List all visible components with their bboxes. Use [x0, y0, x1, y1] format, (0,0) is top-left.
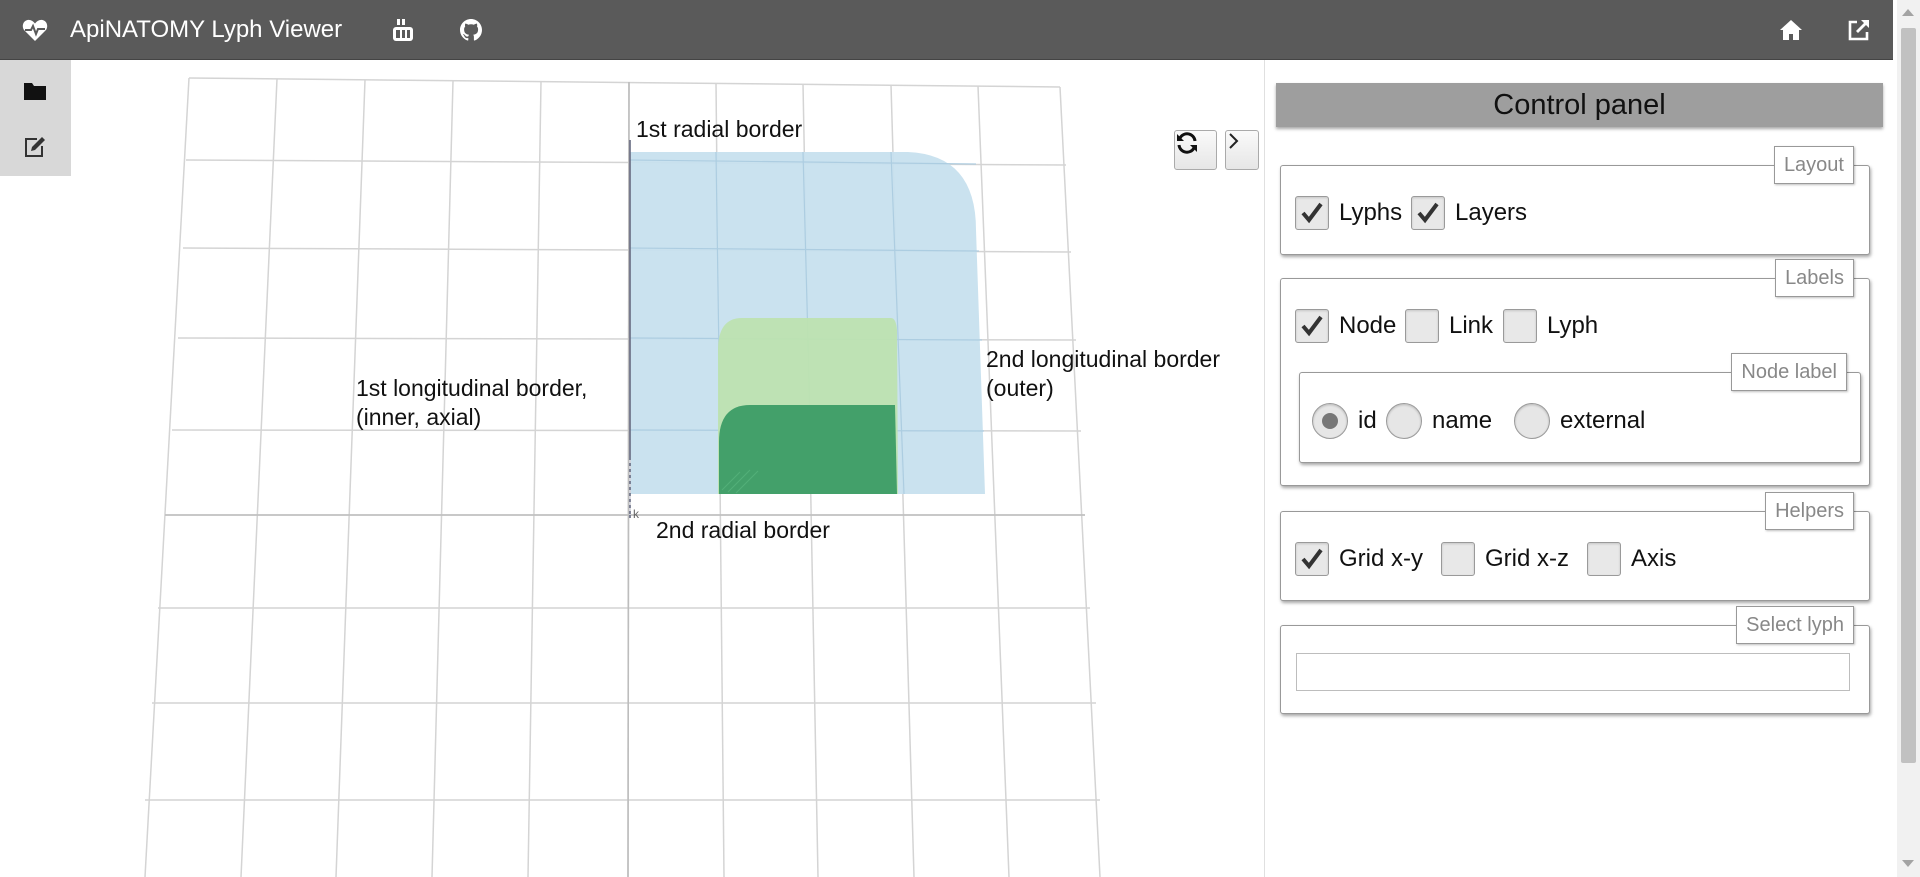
github-icon[interactable]	[458, 17, 484, 43]
node-label-fieldset: Node label id name external	[1299, 353, 1861, 463]
grid-canvas: k	[144, 77, 1101, 877]
home-icon[interactable]	[1778, 17, 1804, 43]
lyph-viewport[interactable]: k 1st radial border 2nd radial border 1s…	[0, 60, 1263, 877]
layout-legend: Layout	[1773, 146, 1854, 184]
label-longitudinal-border-2-line1: 2nd longitudinal border	[986, 346, 1221, 372]
checkbox-label: Axis	[1631, 545, 1677, 572]
checkbox-box[interactable]	[1587, 542, 1621, 576]
checkbox-axis[interactable]: Axis	[1587, 542, 1684, 576]
scroll-up-arrow-icon[interactable]	[1902, 9, 1914, 16]
checkbox-lyphs[interactable]: Lyphs	[1295, 196, 1410, 230]
radio-button[interactable]	[1386, 403, 1422, 439]
label-radial-border-1: 1st radial border	[636, 116, 803, 142]
checkbox-box[interactable]	[1503, 309, 1537, 343]
page-scrollbar[interactable]	[1897, 0, 1920, 877]
checkbox-grid-xy[interactable]: Grid x-y	[1295, 542, 1431, 576]
layer-inner-shape	[719, 405, 897, 494]
svg-text:k: k	[633, 507, 640, 521]
refresh-button[interactable]	[1174, 130, 1217, 170]
top-toolbar: ApiNATOMY Lyph Viewer	[0, 0, 1893, 60]
label-longitudinal-border-1: 1st longitudinal border, (inner, axial)	[356, 374, 587, 432]
radio-label: external	[1560, 407, 1646, 434]
label-longitudinal-border-1-line2: (inner, axial)	[356, 404, 482, 430]
scroll-thumb[interactable]	[1901, 28, 1916, 763]
checkbox-label: Node	[1339, 312, 1397, 339]
helpers-fieldset: Helpers Grid x-y Grid x-z Axis	[1280, 492, 1870, 601]
checkbox-box[interactable]	[1295, 196, 1329, 230]
select-lyph-input[interactable]	[1296, 653, 1850, 691]
checkbox-label: Grid x-y	[1339, 545, 1423, 572]
checkbox-label: Link	[1449, 312, 1494, 339]
helpers-legend: Helpers	[1765, 492, 1854, 530]
radio-button[interactable]	[1514, 403, 1550, 439]
checkbox-box[interactable]	[1441, 542, 1475, 576]
checkbox-grid-xz[interactable]: Grid x-z	[1441, 542, 1577, 576]
checkbox-layers[interactable]: Layers	[1411, 196, 1535, 230]
radio-name[interactable]: name	[1386, 403, 1500, 439]
heartbeat-icon[interactable]	[22, 17, 48, 43]
checkbox-box[interactable]	[1411, 196, 1445, 230]
checkbox-label: Grid x-z	[1485, 545, 1569, 572]
check-icon	[1301, 202, 1323, 224]
youtube-icon[interactable]	[390, 17, 416, 43]
checkbox-lyph[interactable]: Lyph	[1503, 309, 1606, 343]
checkbox-box[interactable]	[1295, 542, 1329, 576]
select-lyph-legend: Select lyph	[1736, 606, 1854, 644]
layout-fieldset: Layout Lyphs Layers	[1280, 146, 1870, 255]
panel-header: Control panel	[1276, 83, 1883, 127]
checkbox-label: Lyphs	[1339, 199, 1403, 226]
check-icon	[1301, 548, 1323, 570]
check-icon	[1301, 315, 1323, 337]
select-lyph-fieldset: Select lyph	[1280, 606, 1870, 714]
app-title: ApiNATOMY Lyph Viewer	[70, 16, 343, 43]
labels-fieldset: Labels Node Link Lyph Node label id name	[1280, 259, 1870, 486]
checkbox-label: Layers	[1455, 199, 1528, 226]
label-longitudinal-border-2: 2nd longitudinal border (outer)	[986, 345, 1220, 403]
radio-selected-dot	[1322, 413, 1338, 429]
radio-button[interactable]	[1312, 403, 1348, 439]
radio-label: id	[1358, 407, 1377, 434]
scroll-down-arrow-icon[interactable]	[1902, 860, 1914, 867]
radio-label: name	[1432, 407, 1493, 434]
checkbox-label: Lyph	[1547, 312, 1599, 339]
label-radial-border-2: 2nd radial border	[656, 517, 830, 543]
control-panel: Control panel Layout Lyphs Layers Labels…	[1264, 60, 1894, 877]
checkbox-node[interactable]: Node	[1295, 309, 1404, 343]
checkbox-box[interactable]	[1405, 309, 1439, 343]
checkbox-box[interactable]	[1295, 309, 1329, 343]
radio-external[interactable]: external	[1514, 403, 1653, 439]
check-icon	[1417, 202, 1439, 224]
label-longitudinal-border-2-line2: (outer)	[986, 375, 1054, 401]
checkbox-link[interactable]: Link	[1405, 309, 1501, 343]
radio-id[interactable]: id	[1312, 403, 1385, 439]
label-longitudinal-border-1-line1: 1st longitudinal border,	[356, 375, 588, 401]
toggle-panel-button[interactable]	[1225, 130, 1259, 170]
labels-legend: Labels	[1775, 259, 1854, 297]
node-label-legend: Node label	[1731, 353, 1847, 391]
external-link-icon[interactable]	[1846, 17, 1872, 43]
